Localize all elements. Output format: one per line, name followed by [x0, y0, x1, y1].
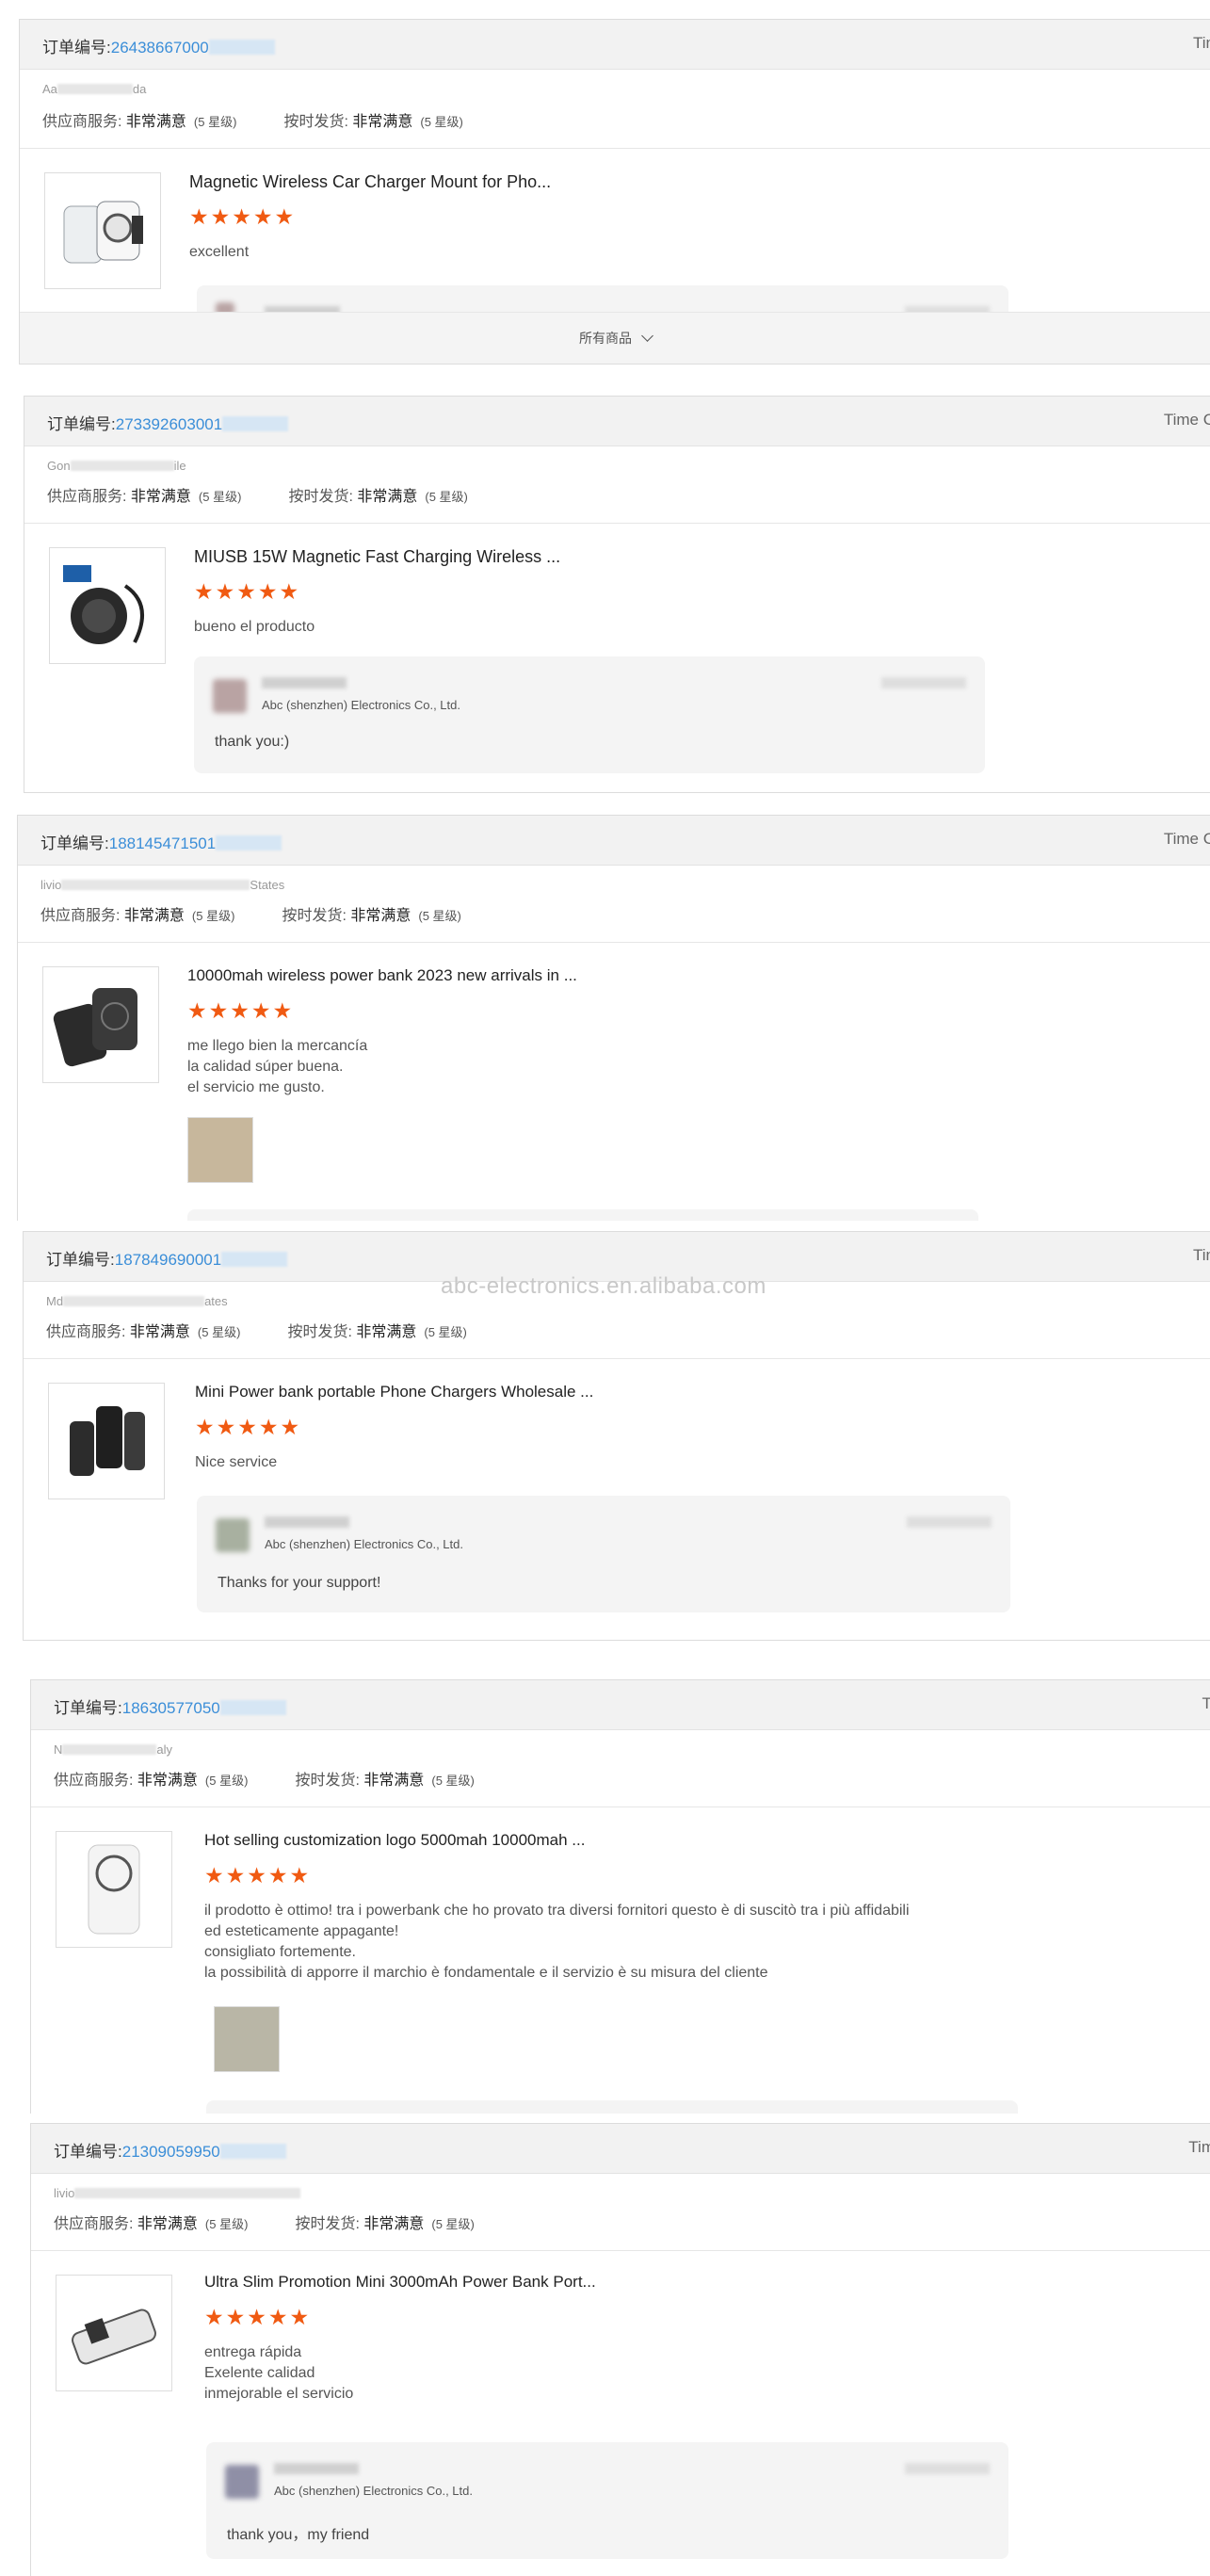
rating-stars: ★★★★★ — [194, 579, 301, 604]
buyer-info: Naly — [54, 1742, 173, 1757]
product-thumbnail[interactable] — [56, 2275, 172, 2391]
all-products-label: 所有商品 — [579, 331, 633, 346]
seller-avatar — [216, 1518, 250, 1552]
product-title[interactable]: Ultra Slim Promotion Mini 3000mAh Power … — [204, 2273, 596, 2292]
seller-reply: Abc (shenzhen) Electronics Co., Ltd. tha… — [206, 2442, 1008, 2559]
reply-text: Thanks for your support! — [218, 1575, 381, 1591]
ratings-row: 供应商服务: 非常满意 (5 星级) 按时发货: 非常满意 (5 星级) — [47, 489, 468, 505]
product-thumbnail[interactable] — [56, 1831, 172, 1948]
product-thumbnail[interactable] — [44, 172, 161, 289]
seller-company: Abc (shenzhen) Electronics Co., Ltd. — [274, 2484, 473, 2498]
buyer-info: Gon ile — [47, 459, 186, 473]
watermark: abc-electronics.en.alibaba.com — [441, 1273, 766, 1299]
review-comment: bueno el producto — [194, 619, 315, 635]
order-header: 订单编号:18630577050 Ti — [31, 1680, 1210, 1730]
order-number-link[interactable]: 26438667000 — [111, 39, 209, 57]
product-title[interactable]: Mini Power bank portable Phone Chargers … — [195, 1383, 593, 1401]
reply-text: thank you:) — [215, 734, 290, 750]
chevron-down-icon — [641, 330, 653, 342]
review-card: 订单编号:26438667000 Tin Aada 供应商服务: 非常满意(5 … — [19, 19, 1210, 365]
seller-company: Abc (shenzhen) Electronics Co., Ltd. — [265, 1537, 463, 1551]
review-comment: me llego bien la mercancía la calidad súp… — [187, 1038, 368, 1095]
all-products-toggle[interactable]: 所有商品 — [20, 312, 1210, 364]
seller-reply: Abc (shenzhen) Electronics Co., Ltd. tha… — [194, 656, 985, 773]
review-card: 订单编号:21309059950 Tim livio 供应商服务: 非常满意(5… — [30, 2123, 1210, 2576]
order-label: 订单编号: — [42, 39, 111, 57]
reply-text: thank you，my friend — [227, 2527, 370, 2543]
review-comment: entrega rápida Exelente calidad inmejorabl… — [204, 2344, 354, 2402]
rating-stars: ★★★★★ — [189, 204, 297, 229]
product-title[interactable]: MIUSB 15W Magnetic Fast Charging Wireles… — [194, 547, 560, 567]
power-bank-image — [53, 988, 137, 1067]
rating-stars: ★★★★★ — [187, 998, 295, 1023]
product-title[interactable]: 10000mah wireless power bank 2023 new ar… — [187, 966, 577, 985]
review-card: 订单编号:273392603001 Time C Gon ile 供应商服务: 非… — [24, 396, 1210, 793]
magnetic-power-bank-image — [88, 1844, 140, 1935]
time-label: Time C — [1163, 830, 1210, 848]
rating-stars: ★★★★★ — [195, 1415, 302, 1439]
time-label: Time C — [1163, 411, 1210, 429]
seller-company: Abc (shenzhen) Electronics Co., Ltd. — [262, 698, 460, 712]
buyer-info: Md ates — [46, 1294, 228, 1308]
ratings-row: 供应商服务: 非常满意 (5 星级) 按时发货: 非常满意 (5 星级) — [54, 1773, 475, 1789]
review-comment: Nice service — [195, 1454, 278, 1470]
review-comment: il prodotto è ottimo! tra i powerbank ch… — [204, 1903, 910, 1981]
review-comment: excellent — [189, 244, 250, 260]
product-thumbnail[interactable] — [49, 547, 166, 664]
order-header: 订单编号:273392603001 Time C — [24, 397, 1210, 446]
order-header: 订单编号:188145471501 Time C — [18, 816, 1210, 866]
rating-stars: ★★★★★ — [204, 2305, 312, 2329]
buyer-info: livio — [54, 2186, 301, 2200]
review-photo[interactable] — [187, 1117, 253, 1183]
ratings-row: 供应商服务: 非常满意 (5 星级) 按时发货: 非常满意 (5 星级) — [42, 114, 463, 130]
buyer-info: Aa da — [42, 82, 147, 96]
seller-avatar — [225, 2465, 259, 2499]
buyer-info: livio States — [40, 878, 285, 892]
time-label: Tin — [1193, 34, 1210, 52]
order-header: 订单编号:21309059950 Tim — [31, 2124, 1210, 2174]
order-number-link[interactable]: 21309059950 — [122, 2143, 220, 2161]
order-number-link[interactable]: 273392603001 — [116, 415, 222, 433]
time-label: Tin — [1193, 1246, 1210, 1264]
wireless-charger-image — [63, 565, 144, 644]
product-thumbnail[interactable] — [42, 966, 159, 1083]
rating-stars: ★★★★★ — [204, 1863, 312, 1887]
ratings-row: 供应商服务: 非常满意 (5 星级) 按时发货: 非常满意 (5 星级) — [40, 908, 461, 924]
time-label: Ti — [1202, 1694, 1210, 1713]
car-charger-image — [63, 201, 143, 264]
ratings-row: 供应商服务: 非常满意 (5 星级) 按时发货: 非常满意 (5 星级) — [46, 1324, 467, 1340]
product-title[interactable]: Magnetic Wireless Car Charger Mount for … — [189, 172, 551, 192]
slim-power-bank-image — [72, 2309, 156, 2365]
review-card: 订单编号:188145471501 Time C livio States 供应商… — [17, 815, 1210, 1221]
review-photo[interactable] — [214, 2006, 280, 2072]
seller-reply — [187, 1209, 978, 1221]
review-card: 订单编号:18630577050 Ti Naly 供应商服务: 非常满意(5 星… — [30, 1679, 1210, 2114]
order-number-link[interactable]: 18630577050 — [122, 1699, 220, 1717]
order-header: 订单编号:26438667000 Tin — [20, 20, 1210, 70]
ratings-row: 供应商服务: 非常满意 (5 星级) 按时发货: 非常满意 (5 星级) — [54, 2216, 475, 2232]
mini-power-bank-image — [70, 1406, 145, 1476]
seller-reply: Abc (shenzhen) Electronics Co., Ltd. Tha… — [197, 1496, 1010, 1612]
seller-avatar — [213, 679, 247, 713]
product-title[interactable]: Hot selling customization logo 5000mah 1… — [204, 1831, 585, 1850]
order-number-link[interactable]: 187849690001 — [115, 1251, 221, 1269]
seller-reply — [206, 2100, 1018, 2114]
order-number-link[interactable]: 188145471501 — [109, 834, 216, 852]
product-thumbnail[interactable] — [48, 1383, 165, 1499]
time-label: Tim — [1188, 2138, 1210, 2156]
